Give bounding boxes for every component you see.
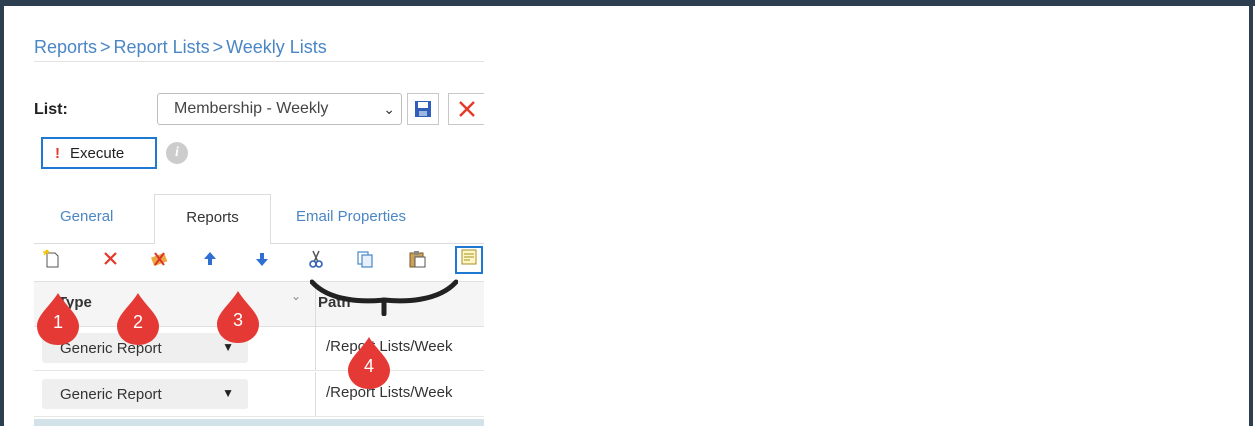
delete-icon[interactable] <box>101 249 121 269</box>
callout-number: 3 <box>232 310 243 330</box>
chevron-down-icon: ⌄ <box>383 101 395 117</box>
type-dropdown[interactable]: Generic Report ▼ <box>42 379 248 409</box>
clear-icon[interactable] <box>149 249 169 269</box>
callout-pin-2: 2 <box>115 293 161 345</box>
callout-number: 1 <box>52 312 63 332</box>
caret-down-icon: ▼ <box>222 386 234 400</box>
execute-label: Execute <box>70 145 125 162</box>
breadcrumb: Reports > Report Lists > Weekly Lists <box>34 37 327 58</box>
callout-number: 2 <box>132 312 143 332</box>
new-report-icon[interactable] <box>42 249 62 269</box>
callout-pin-4: 4 <box>346 337 392 389</box>
breadcrumb-report-lists[interactable]: Report Lists <box>114 37 210 57</box>
breadcrumb-separator: > <box>100 37 111 57</box>
window-right-border <box>1249 0 1253 426</box>
view-icon-glyph <box>461 249 477 265</box>
window-left-border <box>0 0 4 426</box>
type-value: Generic Report <box>60 386 162 403</box>
list-label: List: <box>34 101 68 118</box>
chevron-down-icon[interactable]: ⌄ <box>291 289 301 303</box>
execute-button[interactable]: ! Execute <box>41 137 157 169</box>
new-report-icon-glyph <box>43 249 59 268</box>
column-divider <box>315 372 316 416</box>
column-divider <box>315 326 316 370</box>
tab-general[interactable]: General <box>60 208 113 225</box>
clipboard-icon <box>409 251 426 268</box>
list-select-value: Membership - Weekly <box>174 100 329 117</box>
delete-icon-glyph <box>104 252 117 265</box>
exclamation-icon: ! <box>55 145 60 162</box>
move-up-icon[interactable] <box>200 249 220 269</box>
delete-list-button[interactable] <box>448 93 484 125</box>
report-list-panel: Reports > Report Lists > Weekly Lists List: … <box>18 6 484 426</box>
list-select[interactable]: Membership - Weekly ⌄ <box>157 93 402 125</box>
breadcrumb-separator: > <box>212 37 224 57</box>
paste-icon[interactable] <box>407 249 427 269</box>
callout-pin-3: 3 <box>215 291 261 343</box>
save-icon <box>415 101 431 117</box>
view-icon[interactable] <box>455 246 483 274</box>
tab-reports[interactable]: Reports <box>154 194 271 244</box>
clear-icon-glyph <box>151 252 168 267</box>
info-icon[interactable]: i <box>166 142 188 164</box>
arrow-down-icon <box>256 253 268 266</box>
callout-pin-1: 1 <box>35 293 81 345</box>
selected-row-strip[interactable] <box>34 419 484 426</box>
breadcrumb-reports[interactable]: Reports <box>34 37 97 57</box>
table-row[interactable]: Generic Report ▼ /Report Lists/Week <box>34 372 484 417</box>
cut-icon[interactable] <box>306 249 326 269</box>
header-divider <box>34 61 484 62</box>
scissors-icon <box>309 250 323 268</box>
move-down-icon[interactable] <box>252 249 272 269</box>
arrow-up-icon <box>204 252 216 265</box>
tab-email-properties[interactable]: Email Properties <box>296 208 406 225</box>
close-icon <box>459 101 475 117</box>
copy-icon[interactable] <box>355 249 375 269</box>
curly-brace-annotation <box>310 279 458 316</box>
breadcrumb-weekly-lists[interactable]: Weekly Lists <box>226 37 327 57</box>
copy-icon-glyph <box>357 251 373 268</box>
callout-number: 4 <box>363 356 374 376</box>
save-button[interactable] <box>407 93 439 125</box>
